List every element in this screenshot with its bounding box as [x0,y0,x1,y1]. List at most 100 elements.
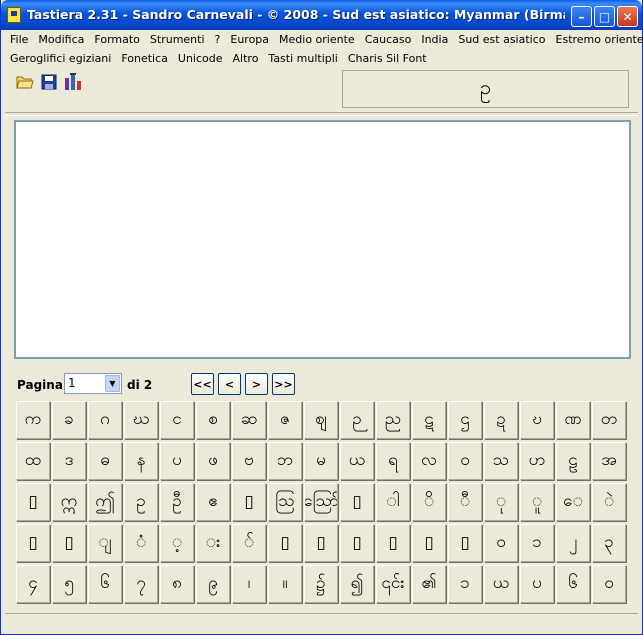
char-key[interactable]: လ [412,442,446,480]
menu-medio-oriente[interactable]: Medio oriente [274,33,360,46]
char-key[interactable]: ဘ [268,442,302,480]
menu-unicode[interactable]: Unicode [173,52,228,65]
char-key[interactable]: ဲ [592,483,626,521]
char-key[interactable]: စ [196,401,230,439]
open-folder-icon[interactable] [14,71,35,92]
char-key[interactable]: ▯ [232,483,266,521]
app-icon[interactable] [7,7,21,23]
menu-charis-sil-font[interactable]: Charis Sil Font [343,52,432,65]
char-key[interactable]: ၥ [520,524,554,562]
char-key[interactable]: ၆ [556,565,590,603]
char-key[interactable]: ▯ [340,524,374,562]
char-key[interactable]: ၆ [88,565,122,603]
menu-fonetica[interactable]: Fonetica [116,52,173,65]
char-key[interactable]: ဝ [448,442,482,480]
menu-file[interactable]: File [5,33,33,46]
menu-tasti-multipli[interactable]: Tasti multipli [263,52,342,65]
char-key[interactable]: ဟ [520,442,554,480]
char-key[interactable]: ် [232,524,266,562]
char-key[interactable]: ဍ [484,401,518,439]
char-key[interactable]: ဧ [196,483,230,521]
char-key[interactable]: ဣ [52,483,86,521]
char-key[interactable]: ၃ [592,524,626,562]
char-key[interactable]: ခ [52,401,86,439]
char-key[interactable]: သ [484,442,518,480]
char-key[interactable]: ျ [88,524,122,562]
char-key[interactable]: ▯ [16,483,50,521]
char-key[interactable]: ဤ [88,483,122,521]
char-key[interactable]: က [16,401,50,439]
char-key[interactable]: ါ [376,483,410,521]
char-key[interactable]: ၁ [448,565,482,603]
menu-formato[interactable]: Formato [89,33,145,46]
char-key[interactable]: ဪ [304,483,338,521]
char-key[interactable]: း [196,524,230,562]
char-key[interactable]: ၈ [160,565,194,603]
first-page-button[interactable]: << [191,373,214,395]
char-key[interactable]: မ [304,442,338,480]
char-key[interactable]: ▯ [376,524,410,562]
menu-geroglifici[interactable]: Geroglifici egiziani [5,52,116,65]
char-key[interactable]: ၎င်း [376,565,410,603]
char-key[interactable]: ▯ [340,483,374,521]
page-select[interactable]: 1 ▼ [64,373,122,394]
char-key[interactable]: ▯ [16,524,50,562]
char-key[interactable]: ဒ [52,442,86,480]
char-key[interactable]: ု [484,483,518,521]
char-key[interactable]: ဈ [304,401,338,439]
char-key[interactable]: ဌ [448,401,482,439]
char-key[interactable]: ဓ [88,442,122,480]
char-key[interactable]: ဦ [160,483,194,521]
char-key[interactable]: ဆ [232,401,266,439]
char-key[interactable]: န [124,442,158,480]
char-key[interactable]: ၌ [304,565,338,603]
font-tool-icon[interactable] [62,71,83,92]
last-page-button[interactable]: >> [272,373,295,395]
char-key[interactable]: ၍ [340,565,374,603]
char-key[interactable]: ပ [520,565,554,603]
char-key[interactable]: ဝ [484,524,518,562]
prev-page-button[interactable]: < [218,373,241,395]
char-key[interactable]: ့ [160,524,194,562]
char-key[interactable]: ▯ [448,524,482,562]
char-key[interactable]: ဃ [124,401,158,439]
menu-caucaso[interactable]: Caucaso [360,33,417,46]
char-key[interactable]: ယ [484,565,518,603]
char-key[interactable]: ေ [556,483,590,521]
menu-sud-est-asiatico[interactable]: Sud est asiatico [453,33,550,46]
char-key[interactable]: ၊ [232,565,266,603]
char-key[interactable]: ▯ [52,524,86,562]
char-key[interactable]: ဉ [340,401,374,439]
char-key[interactable]: ိ [412,483,446,521]
char-key[interactable]: ▯ [412,524,446,562]
minimize-button[interactable]: – [571,6,592,27]
char-key[interactable]: အ [592,442,626,480]
menu-modifica[interactable]: Modifica [33,33,89,46]
char-key[interactable]: ၀ [592,565,626,603]
char-key[interactable]: ဂ [88,401,122,439]
char-key[interactable]: ၂ [556,524,590,562]
char-key[interactable]: ဠ [556,442,590,480]
char-key[interactable]: ။ [268,565,302,603]
next-page-button[interactable]: > [245,373,268,395]
char-key[interactable]: ဖ [196,442,230,480]
char-key[interactable]: ၉ [196,565,230,603]
char-key[interactable]: ဏ [556,401,590,439]
menu-help[interactable]: ? [210,33,226,46]
char-key[interactable]: ထ [16,442,50,480]
close-button[interactable]: ✕ [617,6,638,27]
menu-strumenti[interactable]: Strumenti [145,33,210,46]
save-disk-icon[interactable] [38,71,59,92]
menu-altro[interactable]: Altro [228,52,264,65]
char-key[interactable]: ၅ [52,565,86,603]
char-key[interactable]: ဥ [124,483,158,521]
char-key[interactable]: ည [376,401,410,439]
char-key[interactable]: ဎ [520,401,554,439]
char-key[interactable]: ▯ [304,524,338,562]
char-key[interactable]: တ [592,401,626,439]
char-key[interactable]: င [160,401,194,439]
menu-estremo-oriente[interactable]: Estremo oriente [551,33,643,46]
char-key[interactable]: ူ [520,483,554,521]
char-key[interactable]: ရ [376,442,410,480]
maximize-button[interactable]: □ [594,6,615,27]
